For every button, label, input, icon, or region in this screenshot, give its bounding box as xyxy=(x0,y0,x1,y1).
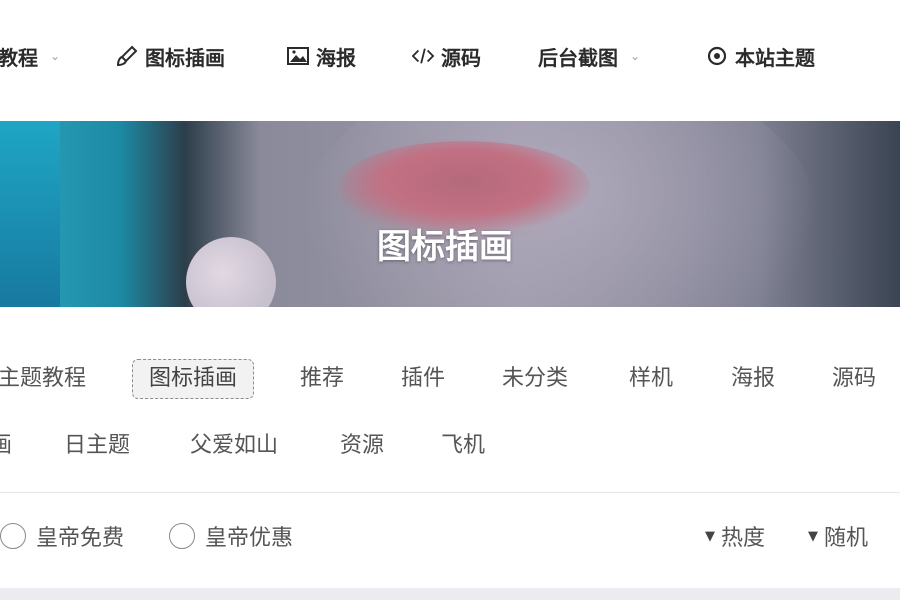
nav-item-label: 海报 xyxy=(316,45,356,70)
sort-by-popularity[interactable]: ▼ 热度 xyxy=(705,520,765,552)
divider xyxy=(0,492,900,493)
category-mockups[interactable]: 样机 xyxy=(629,359,673,399)
nav-item-admin-screenshots[interactable]: 后台截图 ⌄ xyxy=(538,41,640,71)
radio-emperor-free[interactable]: 皇帝免费 xyxy=(0,520,124,552)
radio-circle-icon xyxy=(0,523,26,549)
sort-label: 随机 xyxy=(824,526,869,551)
radio-emperor-discount[interactable]: 皇帝优惠 xyxy=(169,520,293,552)
nav-item-icon-illustration[interactable]: 图标插画 xyxy=(116,41,225,71)
category-row-2: 画 日主题 父爱如山 资源 飞机 xyxy=(0,426,900,466)
nav-item-source-code[interactable]: 源码 xyxy=(412,41,481,71)
brush-icon xyxy=(116,45,138,67)
nav-item-label: 教程 xyxy=(0,45,38,70)
category-aircraft[interactable]: 飞机 xyxy=(441,426,485,466)
content-area-top xyxy=(0,588,900,600)
target-icon xyxy=(706,45,728,67)
category-icon-illustration[interactable]: 图标插画 xyxy=(132,359,255,399)
category-resources[interactable]: 资源 xyxy=(340,426,384,466)
nav-item-label: 源码 xyxy=(441,45,481,70)
category-day-theme[interactable]: 日主题 xyxy=(64,426,130,466)
chevron-down-icon: ⌄ xyxy=(630,49,641,63)
category-plugins[interactable]: 插件 xyxy=(401,359,445,399)
nav-item-label: 后台截图 xyxy=(538,45,618,70)
banner-title: 图标插画 xyxy=(377,227,513,267)
image-icon xyxy=(287,45,309,67)
category-uncategorized[interactable]: 未分类 xyxy=(502,359,568,399)
nav-item-site-theme[interactable]: 本站主题 xyxy=(706,41,815,71)
radio-label: 皇帝优惠 xyxy=(205,526,294,551)
chevron-down-icon: ⌄ xyxy=(50,49,61,63)
nav-item-label: 图标插画 xyxy=(145,45,225,70)
category-theme-tutorials[interactable]: 主题教程 xyxy=(0,359,86,399)
category-banner: 图标插画 xyxy=(0,121,900,307)
category-fathers-love[interactable]: 父爱如山 xyxy=(190,426,278,466)
caret-down-icon: ▼ xyxy=(808,528,818,544)
category-partial[interactable]: 画 xyxy=(0,426,12,466)
sort-label: 热度 xyxy=(721,526,766,551)
top-navigation: 教程 ⌄ 图标插画 海报 源码 后台截图 ⌄ 本站主题 xyxy=(0,0,900,112)
caret-down-icon: ▼ xyxy=(705,528,715,544)
nav-item-posters[interactable]: 海报 xyxy=(287,41,356,71)
category-recommended[interactable]: 推荐 xyxy=(300,359,344,399)
nav-item-label: 本站主题 xyxy=(735,45,815,70)
radio-circle-icon xyxy=(169,523,195,549)
category-posters[interactable]: 海报 xyxy=(731,359,775,399)
category-row-1: 主题教程 图标插画 推荐 插件 未分类 样机 海报 源码 xyxy=(0,359,900,399)
sort-random[interactable]: ▼ 随机 xyxy=(808,520,868,552)
category-source-code[interactable]: 源码 xyxy=(832,359,876,399)
nav-item-tutorials[interactable]: 教程 ⌄ xyxy=(0,41,60,71)
code-icon xyxy=(412,45,434,67)
radio-label: 皇帝免费 xyxy=(36,526,125,551)
